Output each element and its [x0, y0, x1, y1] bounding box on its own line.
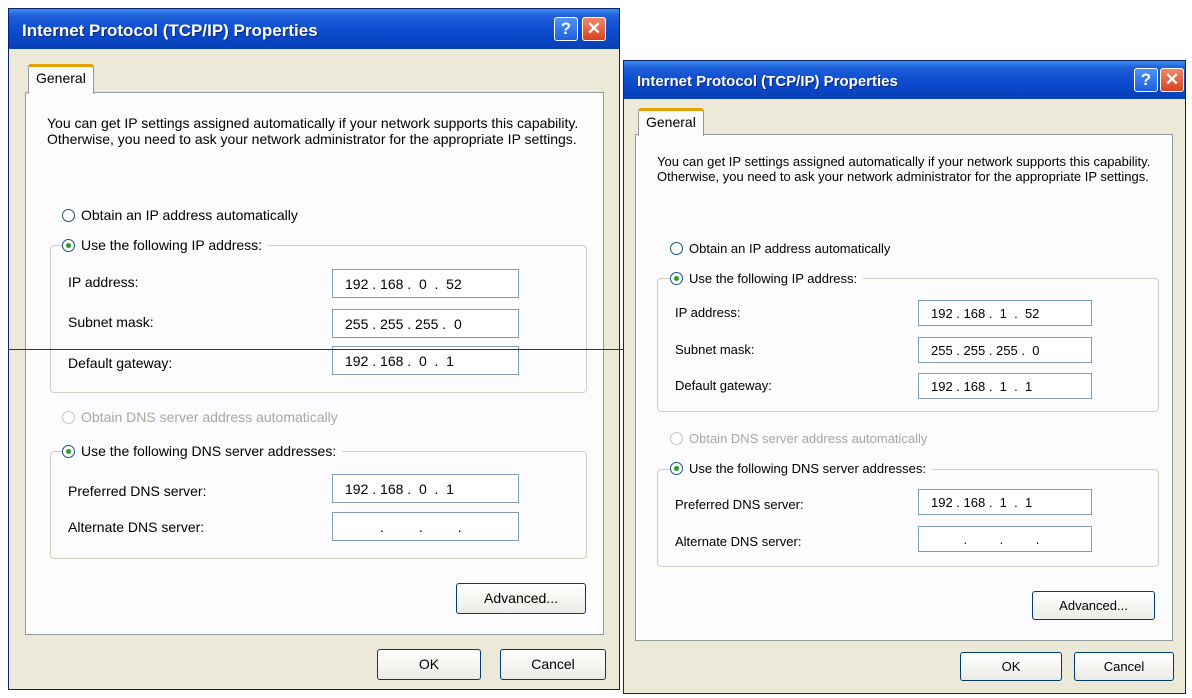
overlay-divider-line — [8, 349, 623, 350]
advanced-button[interactable]: Advanced... — [1032, 591, 1155, 620]
use-following-ip-radio[interactable]: Use the following IP address: — [62, 237, 269, 253]
default-gateway-field[interactable]: 192 . 168 . 1 . 1 — [918, 373, 1092, 399]
ok-button[interactable]: OK — [377, 649, 481, 680]
radio-unchecked-icon — [62, 208, 75, 222]
alternate-dns-label: Alternate DNS server: — [68, 519, 205, 535]
obtain-ip-automatically-label: Obtain an IP address automatically — [689, 241, 891, 256]
cancel-button[interactable]: Cancel — [1074, 652, 1174, 681]
radio-checked-icon — [670, 462, 683, 475]
close-x-icon[interactable]: ✕ — [582, 17, 606, 41]
obtain-ip-automatically-radio[interactable]: Obtain an IP address automatically — [62, 207, 298, 223]
subnet-mask-field[interactable]: 255 . 255 . 255 . 0 — [332, 309, 519, 338]
radio-unchecked-icon — [670, 242, 683, 255]
preferred-dns-field[interactable]: 192 . 168 . 0 . 1 — [332, 474, 519, 503]
default-gateway-field[interactable]: 192 . 168 . 0 . 1 — [332, 346, 519, 375]
ip-address-field[interactable]: 192 . 168 . 1 . 52 — [918, 300, 1092, 326]
preferred-dns-label: Preferred DNS server: — [675, 497, 804, 512]
obtain-dns-automatically-radio: Obtain DNS server address automatically — [62, 409, 338, 425]
title-bar[interactable]: Internet Protocol (TCP/IP) Properties ? … — [624, 61, 1185, 99]
obtain-dns-automatically-label: Obtain DNS server address automatically — [689, 431, 928, 446]
help-question-icon[interactable]: ? — [1134, 68, 1158, 92]
description-text: You can get IP settings assigned automat… — [657, 154, 1151, 184]
advanced-button[interactable]: Advanced... — [456, 583, 586, 614]
alternate-dns-label: Alternate DNS server: — [675, 534, 802, 549]
radio-disabled-icon — [62, 410, 75, 424]
help-question-icon[interactable]: ? — [554, 17, 578, 41]
window-title: Internet Protocol (TCP/IP) Properties — [637, 73, 898, 90]
dns-server-group — [50, 451, 587, 559]
subnet-mask-label: Subnet mask: — [68, 314, 154, 330]
dns-server-group — [657, 469, 1159, 567]
subnet-mask-field[interactable]: 255 . 255 . 255 . 0 — [918, 337, 1092, 363]
window-title: Internet Protocol (TCP/IP) Properties — [22, 21, 318, 40]
use-following-ip-radio[interactable]: Use the following IP address: — [670, 271, 864, 286]
subnet-mask-label: Subnet mask: — [675, 342, 755, 357]
preferred-dns-label: Preferred DNS server: — [68, 483, 207, 499]
tcpip-properties-dialog-2: Internet Protocol (TCP/IP) Properties ? … — [623, 60, 1186, 694]
alternate-dns-field[interactable]: . . . — [332, 512, 519, 541]
close-x-icon[interactable]: ✕ — [1160, 68, 1184, 92]
ip-address-label: IP address: — [68, 274, 139, 290]
use-following-dns-radio[interactable]: Use the following DNS server addresses: — [62, 443, 343, 459]
ok-button[interactable]: OK — [960, 652, 1062, 681]
title-bar[interactable]: Internet Protocol (TCP/IP) Properties ? … — [9, 9, 619, 49]
radio-checked-icon — [62, 238, 75, 252]
ip-address-label: IP address: — [675, 305, 741, 320]
ip-address-field[interactable]: 192 . 168 . 0 . 52 — [332, 269, 519, 298]
default-gateway-label: Default gateway: — [675, 378, 772, 393]
radio-checked-icon — [670, 272, 683, 285]
use-following-dns-radio[interactable]: Use the following DNS server addresses: — [670, 461, 932, 476]
obtain-dns-automatically-radio: Obtain DNS server address automatically — [670, 431, 927, 446]
default-gateway-label: Default gateway: — [68, 355, 173, 371]
obtain-ip-automatically-radio[interactable]: Obtain an IP address automatically — [670, 241, 890, 256]
tab-general[interactable]: General — [638, 108, 704, 136]
use-following-ip-label: Use the following IP address: — [689, 271, 858, 286]
radio-checked-icon — [62, 444, 75, 458]
cancel-button[interactable]: Cancel — [500, 649, 606, 680]
use-following-dns-label: Use the following DNS server addresses: — [689, 461, 926, 476]
obtain-ip-automatically-label: Obtain an IP address automatically — [81, 207, 298, 223]
obtain-dns-automatically-label: Obtain DNS server address automatically — [81, 409, 338, 425]
radio-disabled-icon — [670, 432, 683, 445]
use-following-dns-label: Use the following DNS server addresses: — [81, 443, 337, 459]
description-text: You can get IP settings assigned automat… — [47, 115, 579, 147]
use-following-ip-label: Use the following IP address: — [81, 237, 263, 253]
tab-general-label: General — [36, 70, 86, 86]
tab-general[interactable]: General — [28, 64, 94, 94]
preferred-dns-field[interactable]: 192 . 168 . 1 . 1 — [918, 489, 1092, 515]
tab-general-label: General — [646, 114, 696, 130]
alternate-dns-field[interactable]: . . . — [918, 526, 1092, 552]
